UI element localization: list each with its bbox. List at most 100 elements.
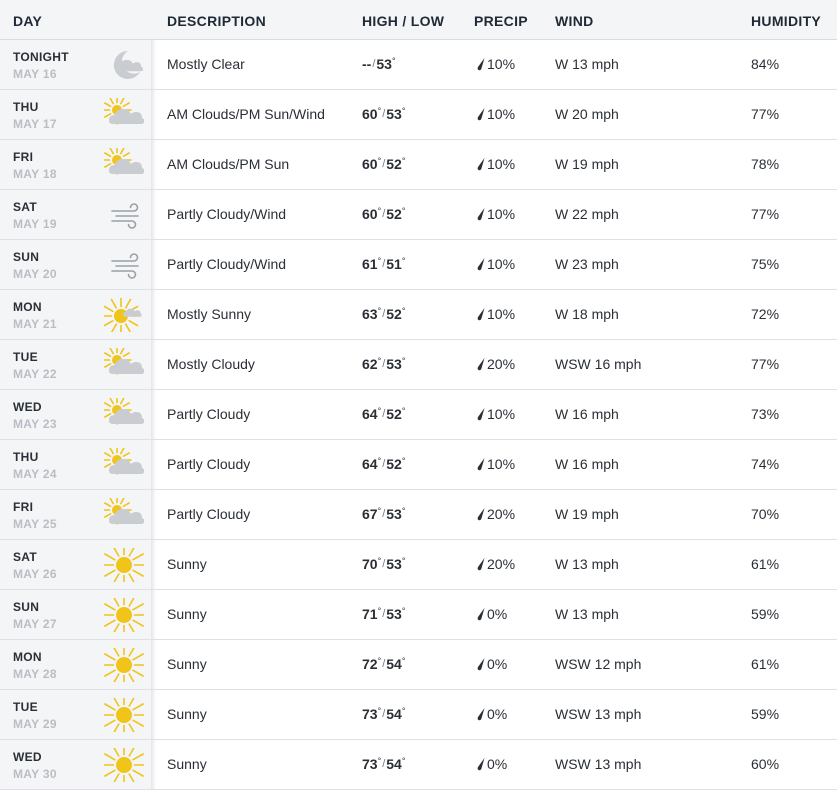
row-high: 64	[362, 456, 378, 472]
degree-mark: °	[401, 656, 406, 666]
sun-icon	[101, 592, 147, 638]
row-low: 51	[386, 256, 402, 272]
raindrop-icon	[476, 306, 487, 322]
row-high: 63	[362, 306, 378, 322]
row-day: SAT	[13, 200, 38, 214]
row-high-low: 67°/53°	[362, 506, 405, 522]
row-high: 60	[362, 206, 378, 222]
header-humidity[interactable]: HUMIDITY	[751, 13, 821, 29]
row-wind: WSW 13 mph	[555, 756, 642, 772]
row-precip-value: 0%	[487, 756, 508, 772]
row-humidity: 70%	[751, 506, 780, 522]
temp-separator: /	[382, 108, 386, 120]
row-high-low: 72°/54°	[362, 656, 405, 672]
row-high: 70	[362, 556, 378, 572]
temp-separator: /	[382, 658, 386, 670]
table-row[interactable]: FRI MAY 18 AM Clouds/PM Sun 60°/52° 10% …	[0, 140, 837, 190]
row-precip: 0%	[476, 756, 507, 772]
header-description[interactable]: DESCRIPTION	[167, 13, 266, 29]
row-precip-value: 10%	[487, 456, 516, 472]
row-low: 52	[386, 406, 402, 422]
raindrop-icon	[476, 656, 487, 672]
row-day: THU	[13, 100, 39, 114]
table-row[interactable]: TONIGHT MAY 16 Mostly Clear --/53° 10% W…	[0, 40, 837, 90]
table-row[interactable]: FRI MAY 25 Partly Cloudy 67°/53° 20% W 1…	[0, 490, 837, 540]
row-high: 60	[362, 156, 378, 172]
row-description: Sunny	[167, 756, 207, 772]
row-precip: 10%	[476, 406, 515, 422]
header-day[interactable]: DAY	[13, 13, 42, 29]
row-precip: 10%	[476, 156, 515, 172]
header-wind[interactable]: WIND	[555, 13, 594, 29]
table-row[interactable]: THU MAY 24 Partly Cloudy 64°/52° 10% W 1…	[0, 440, 837, 490]
raindrop-icon	[476, 506, 487, 522]
row-precip-value: 10%	[487, 56, 516, 72]
sun-cloud-icon	[102, 95, 145, 132]
table-header: DAY DESCRIPTION HIGH / LOW PRECIP WIND H…	[0, 0, 837, 40]
table-row[interactable]: SAT MAY 26 Sunny 70°/53° 20% W 13 mph 61…	[0, 540, 837, 590]
raindrop-icon	[476, 606, 487, 622]
table-row[interactable]: WED MAY 30 Sunny 73°/54° 0% WSW 13 mph 6…	[0, 740, 837, 790]
degree-mark: °	[401, 306, 406, 316]
table-row[interactable]: WED MAY 23 Partly Cloudy 64°/52° 10% W 1…	[0, 390, 837, 440]
row-high-low: 63°/52°	[362, 306, 405, 322]
degree-mark: °	[401, 256, 406, 266]
row-wind: W 13 mph	[555, 56, 619, 72]
table-row[interactable]: MON MAY 21 Mostly Sunny 63°/52° 10% W 18…	[0, 290, 837, 340]
row-low: 52	[386, 156, 402, 172]
sun-cloud-icon	[102, 445, 145, 482]
temp-separator: /	[382, 508, 386, 520]
row-wind: W 19 mph	[555, 506, 619, 522]
row-low: 52	[386, 306, 402, 322]
row-description: Mostly Sunny	[167, 306, 252, 322]
degree-mark: °	[401, 456, 406, 466]
row-date: MAY 30	[13, 767, 57, 781]
row-low: 53	[376, 56, 392, 72]
table-row[interactable]: TUE MAY 29 Sunny 73°/54° 0% WSW 13 mph 5…	[0, 690, 837, 740]
row-precip: 0%	[476, 606, 507, 622]
row-humidity: 61%	[751, 656, 780, 672]
row-high: 61	[362, 256, 378, 272]
row-high-low: 60°/52°	[362, 206, 405, 222]
table-row[interactable]: TUE MAY 22 Mostly Cloudy 62°/53° 20% WSW…	[0, 340, 837, 390]
row-description: Sunny	[167, 556, 207, 572]
header-high-low[interactable]: HIGH / LOW	[362, 13, 444, 29]
row-description: AM Clouds/PM Sun/Wind	[167, 106, 325, 122]
sun-cloud-icon	[102, 145, 145, 182]
row-low: 53	[386, 506, 402, 522]
row-humidity: 74%	[751, 456, 780, 472]
row-day: MON	[13, 300, 42, 314]
row-precip-value: 20%	[487, 556, 516, 572]
table-row[interactable]: SAT MAY 19 Partly Cloudy/Wind 60°/52° 10…	[0, 190, 837, 240]
table-row[interactable]: THU MAY 17 AM Clouds/PM Sun/Wind 60°/53°…	[0, 90, 837, 140]
row-wind: W 19 mph	[555, 156, 619, 172]
row-description: AM Clouds/PM Sun	[167, 156, 290, 172]
row-day: WED	[13, 750, 42, 764]
row-humidity: 73%	[751, 406, 780, 422]
table-row[interactable]: MON MAY 28 Sunny 72°/54° 0% WSW 12 mph 6…	[0, 640, 837, 690]
sun-icon	[101, 692, 147, 738]
row-precip-value: 0%	[487, 656, 508, 672]
raindrop-icon	[476, 706, 487, 722]
temp-separator: /	[382, 258, 386, 270]
temp-separator: /	[382, 308, 386, 320]
row-precip-value: 20%	[487, 356, 516, 372]
row-day: WED	[13, 400, 42, 414]
row-high-low: --/53°	[362, 56, 396, 72]
row-day: FRI	[13, 500, 34, 514]
header-precip[interactable]: PRECIP	[474, 13, 528, 29]
raindrop-icon	[476, 156, 487, 172]
table-row[interactable]: SUN MAY 27 Sunny 71°/53° 0% W 13 mph 59%	[0, 590, 837, 640]
sun-cloud-icon	[102, 395, 145, 432]
row-low: 52	[386, 456, 402, 472]
temp-separator: /	[382, 608, 386, 620]
raindrop-icon	[476, 206, 487, 222]
row-description: Partly Cloudy	[167, 406, 251, 422]
row-humidity: 77%	[751, 206, 780, 222]
wind-icon	[104, 248, 144, 282]
row-date: MAY 18	[13, 167, 57, 181]
row-description: Partly Cloudy/Wind	[167, 206, 287, 222]
table-row[interactable]: SUN MAY 20 Partly Cloudy/Wind 61°/51° 10…	[0, 240, 837, 290]
row-precip: 10%	[476, 256, 515, 272]
temp-separator: /	[382, 458, 386, 470]
